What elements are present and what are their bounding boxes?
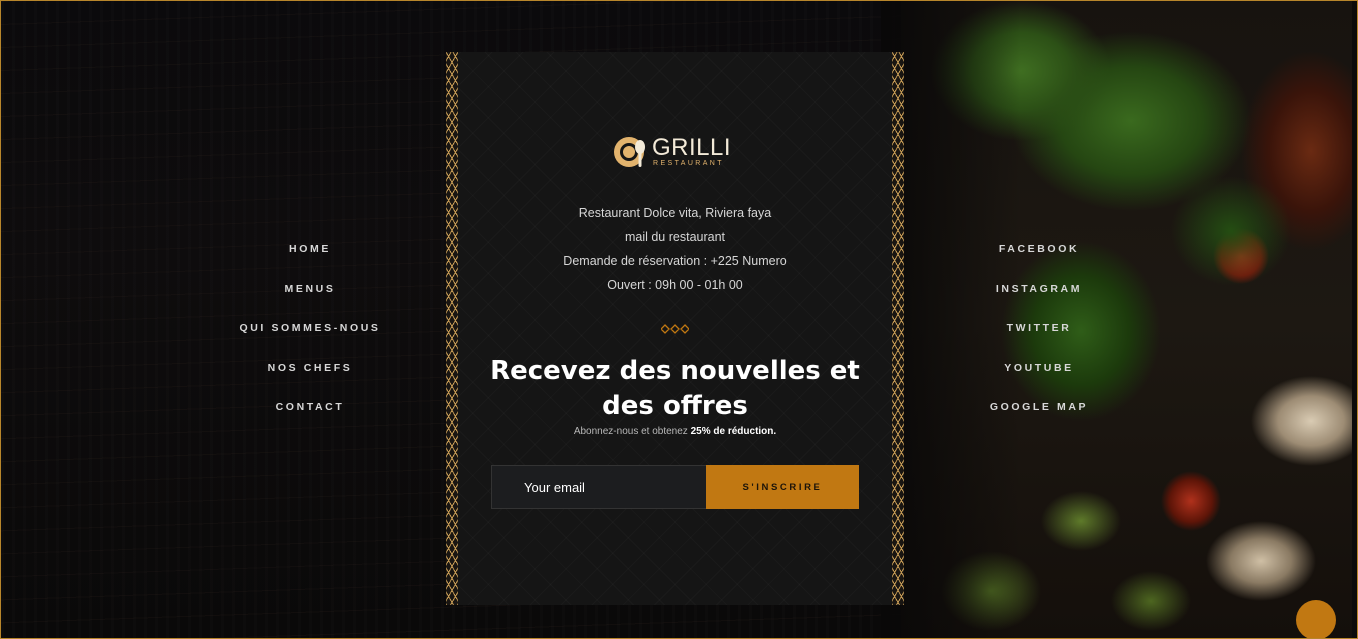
panel-border-right [892,52,904,605]
hours-text: Ouvert : 09h 00 - 01h 00 [607,278,743,292]
cloche-spoon-icon [614,137,645,167]
newsletter-subtitle-text: Abonnez-nous et obtenez [573,426,688,437]
email-input[interactable] [491,465,707,509]
panel-border-left [446,52,458,605]
social-link-facebook[interactable]: FACEBOOK [939,241,1139,281]
newsletter-title: Recevez des nouvelles et des offres [490,356,860,421]
address-text: Restaurant Dolce vita, Riviera faya [578,206,772,220]
logo[interactable]: GRILLI RESTAURANT [612,134,742,174]
social-link-youtube[interactable]: YOUTUBE [939,360,1139,400]
nav-link-chefs[interactable]: NOS CHEFS [210,360,410,400]
nav-link-contact[interactable]: CONTACT [210,399,410,439]
page-frame: HOME MENUS QUI SOMMES-NOUS NOS CHEFS CON… [0,0,1358,639]
nav-link-home[interactable]: HOME [210,241,410,281]
nav-link-about[interactable]: QUI SOMMES-NOUS [210,320,410,360]
newsletter-subtitle: Abonnez-nous et obtenez 25% de réduction… [446,426,904,437]
scrollbar[interactable] [1352,1,1357,638]
social-link-instagram[interactable]: INSTAGRAM [939,281,1139,321]
footer-nav-menu: HOME MENUS QUI SOMMES-NOUS NOS CHEFS CON… [210,241,410,439]
discount-text: 25% de réduction. [690,426,777,437]
email-text[interactable]: mail du restaurant [446,225,904,249]
footer-social-menu: FACEBOOK INSTAGRAM TWITTER YOUTUBE GOOGL… [939,241,1139,439]
phone-text[interactable]: Demande de réservation : +225 Numero [446,249,904,273]
brand-subtitle: RESTAURANT [653,160,724,167]
newsletter-form: S'INSCRIRE [491,465,859,509]
diamond-divider-icon [661,324,689,334]
brand-name: GRILLI [652,134,732,161]
nav-link-menus[interactable]: MENUS [210,281,410,321]
back-to-top-button[interactable] [1296,600,1336,638]
social-link-twitter[interactable]: TWITTER [939,320,1139,360]
footer-brand-panel: GRILLI RESTAURANT Restaurant Dolce vita,… [446,52,904,605]
subscribe-button[interactable]: S'INSCRIRE [706,465,859,509]
social-link-google-map[interactable]: GOOGLE MAP [939,399,1139,439]
contact-info: Restaurant Dolce vita, Riviera faya mail… [446,201,904,297]
